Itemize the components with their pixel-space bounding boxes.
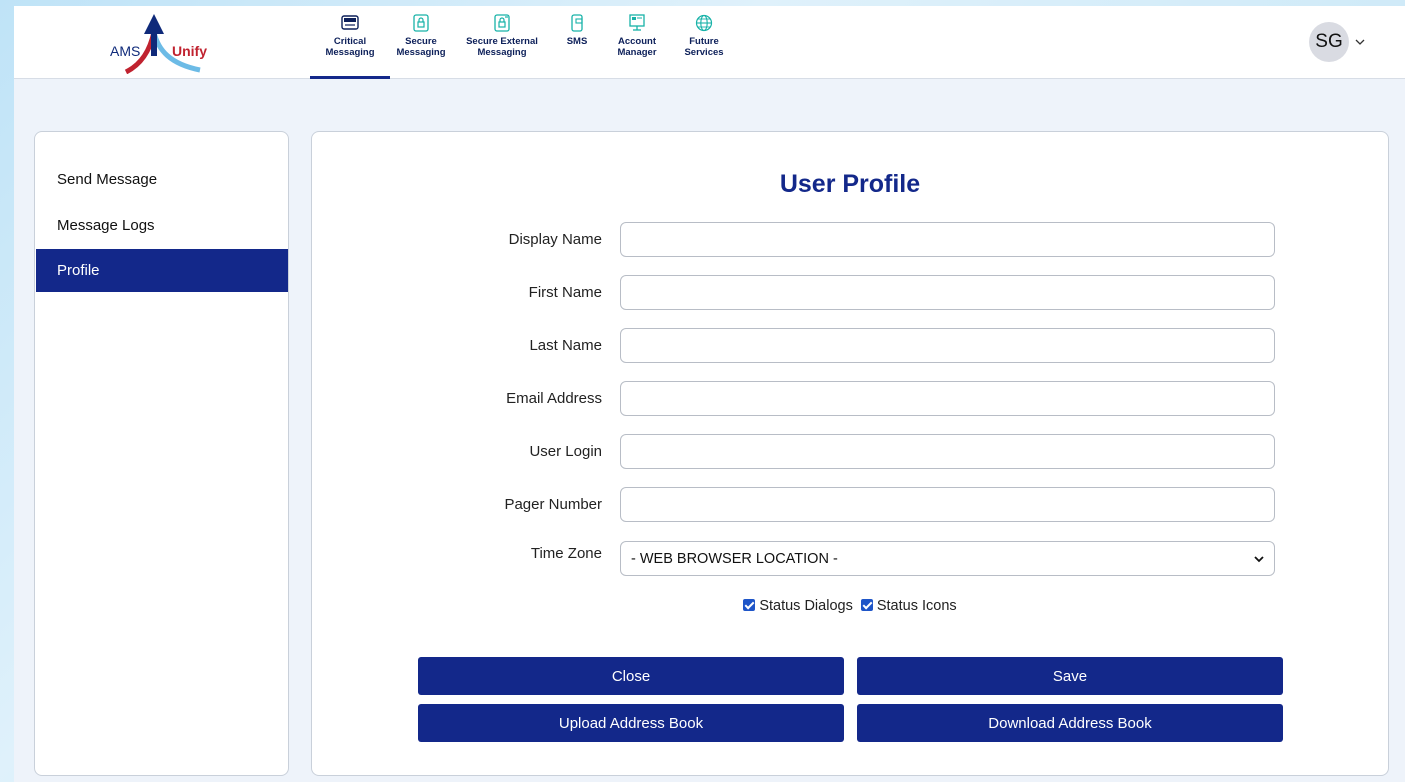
ams-unify-logo[interactable]: AMS Unify bbox=[110, 12, 220, 74]
user-menu[interactable]: SG bbox=[1309, 22, 1365, 62]
logo-text-ams: AMS bbox=[110, 43, 141, 59]
upload-address-book-button[interactable]: Upload Address Book bbox=[418, 704, 844, 742]
status-dialogs-option[interactable]: Status Dialogs bbox=[743, 598, 857, 614]
checkbox-label: Status Dialogs bbox=[759, 598, 853, 614]
time-zone-select[interactable]: - WEB BROWSER LOCATION - bbox=[620, 541, 1275, 576]
pager-number-row: Pager Number bbox=[312, 487, 1388, 522]
profile-panel: User Profile Display Name First Name Las… bbox=[311, 131, 1389, 776]
sidebar-item-message-logs[interactable]: Message Logs bbox=[36, 204, 288, 247]
globe-icon bbox=[695, 14, 713, 32]
nav-label: Secure External Messaging bbox=[466, 36, 538, 58]
sidebar: Send Message Message Logs Profile bbox=[34, 131, 289, 776]
top-nav: Critical Messaging Secure Messaging Secu… bbox=[310, 6, 736, 79]
field-label: First Name bbox=[528, 284, 602, 301]
field-label: User Login bbox=[529, 443, 602, 460]
nav-sms[interactable]: SMS bbox=[552, 6, 602, 79]
account-manager-icon bbox=[629, 14, 645, 31]
last-name-field[interactable] bbox=[620, 328, 1275, 363]
display-name-row: Display Name bbox=[312, 222, 1388, 257]
nav-label: Secure Messaging bbox=[396, 36, 446, 58]
email-row: Email Address bbox=[312, 381, 1388, 416]
sidebar-item-send-message[interactable]: Send Message bbox=[36, 158, 288, 201]
first-name-field[interactable] bbox=[620, 275, 1275, 310]
nav-secure-messaging[interactable]: Secure Messaging bbox=[390, 6, 452, 79]
user-login-row: User Login bbox=[312, 434, 1388, 469]
nav-account-manager[interactable]: Account Manager bbox=[602, 6, 672, 79]
nav-label: Account Manager bbox=[617, 36, 657, 58]
pager-icon bbox=[341, 15, 359, 30]
time-zone-value: - WEB BROWSER LOCATION - bbox=[631, 550, 838, 567]
user-login-field[interactable] bbox=[620, 434, 1275, 469]
display-name-field[interactable] bbox=[620, 222, 1275, 257]
first-name-row: First Name bbox=[312, 275, 1388, 310]
field-label: Pager Number bbox=[504, 496, 602, 513]
email-field[interactable] bbox=[620, 381, 1275, 416]
pager-number-field[interactable] bbox=[620, 487, 1275, 522]
nav-secure-external-messaging[interactable]: Secure External Messaging bbox=[452, 6, 552, 79]
chevron-down-icon[interactable] bbox=[1355, 37, 1365, 47]
field-label: Email Address bbox=[506, 390, 602, 407]
logo-text-unify: Unify bbox=[172, 43, 207, 59]
secure-message-icon bbox=[413, 14, 429, 32]
status-icons-checkbox[interactable] bbox=[860, 599, 873, 611]
field-label: Display Name bbox=[508, 231, 602, 248]
nav-future-services[interactable]: Future Services bbox=[672, 6, 736, 79]
avatar[interactable]: SG bbox=[1309, 22, 1349, 62]
status-icons-option[interactable]: Status Icons bbox=[860, 598, 957, 614]
status-options: Status Dialogs Status Icons bbox=[312, 598, 1388, 614]
nav-critical-messaging[interactable]: Critical Messaging bbox=[310, 6, 390, 79]
status-dialogs-checkbox[interactable] bbox=[743, 599, 756, 611]
sms-phone-icon bbox=[571, 14, 583, 32]
checkbox-label: Status Icons bbox=[876, 598, 957, 614]
secure-external-icon bbox=[494, 14, 510, 32]
time-zone-row: Time Zone - WEB BROWSER LOCATION - bbox=[312, 541, 1388, 576]
download-address-book-button[interactable]: Download Address Book bbox=[857, 704, 1283, 742]
app-window: AMS Unify Critical Messaging Secure Mess… bbox=[14, 6, 1405, 782]
chevron-down-icon bbox=[1254, 555, 1264, 562]
nav-label: Future Services bbox=[684, 36, 724, 58]
close-button[interactable]: Close bbox=[418, 657, 844, 695]
top-header: AMS Unify Critical Messaging Secure Mess… bbox=[14, 6, 1405, 79]
page-title: User Profile bbox=[779, 170, 921, 198]
sidebar-item-profile[interactable]: Profile bbox=[36, 249, 288, 292]
save-button[interactable]: Save bbox=[857, 657, 1283, 695]
nav-label: Critical Messaging bbox=[325, 36, 375, 58]
last-name-row: Last Name bbox=[312, 328, 1388, 363]
field-label: Time Zone bbox=[530, 545, 602, 562]
nav-label: SMS bbox=[566, 36, 588, 47]
field-label: Last Name bbox=[529, 337, 602, 354]
